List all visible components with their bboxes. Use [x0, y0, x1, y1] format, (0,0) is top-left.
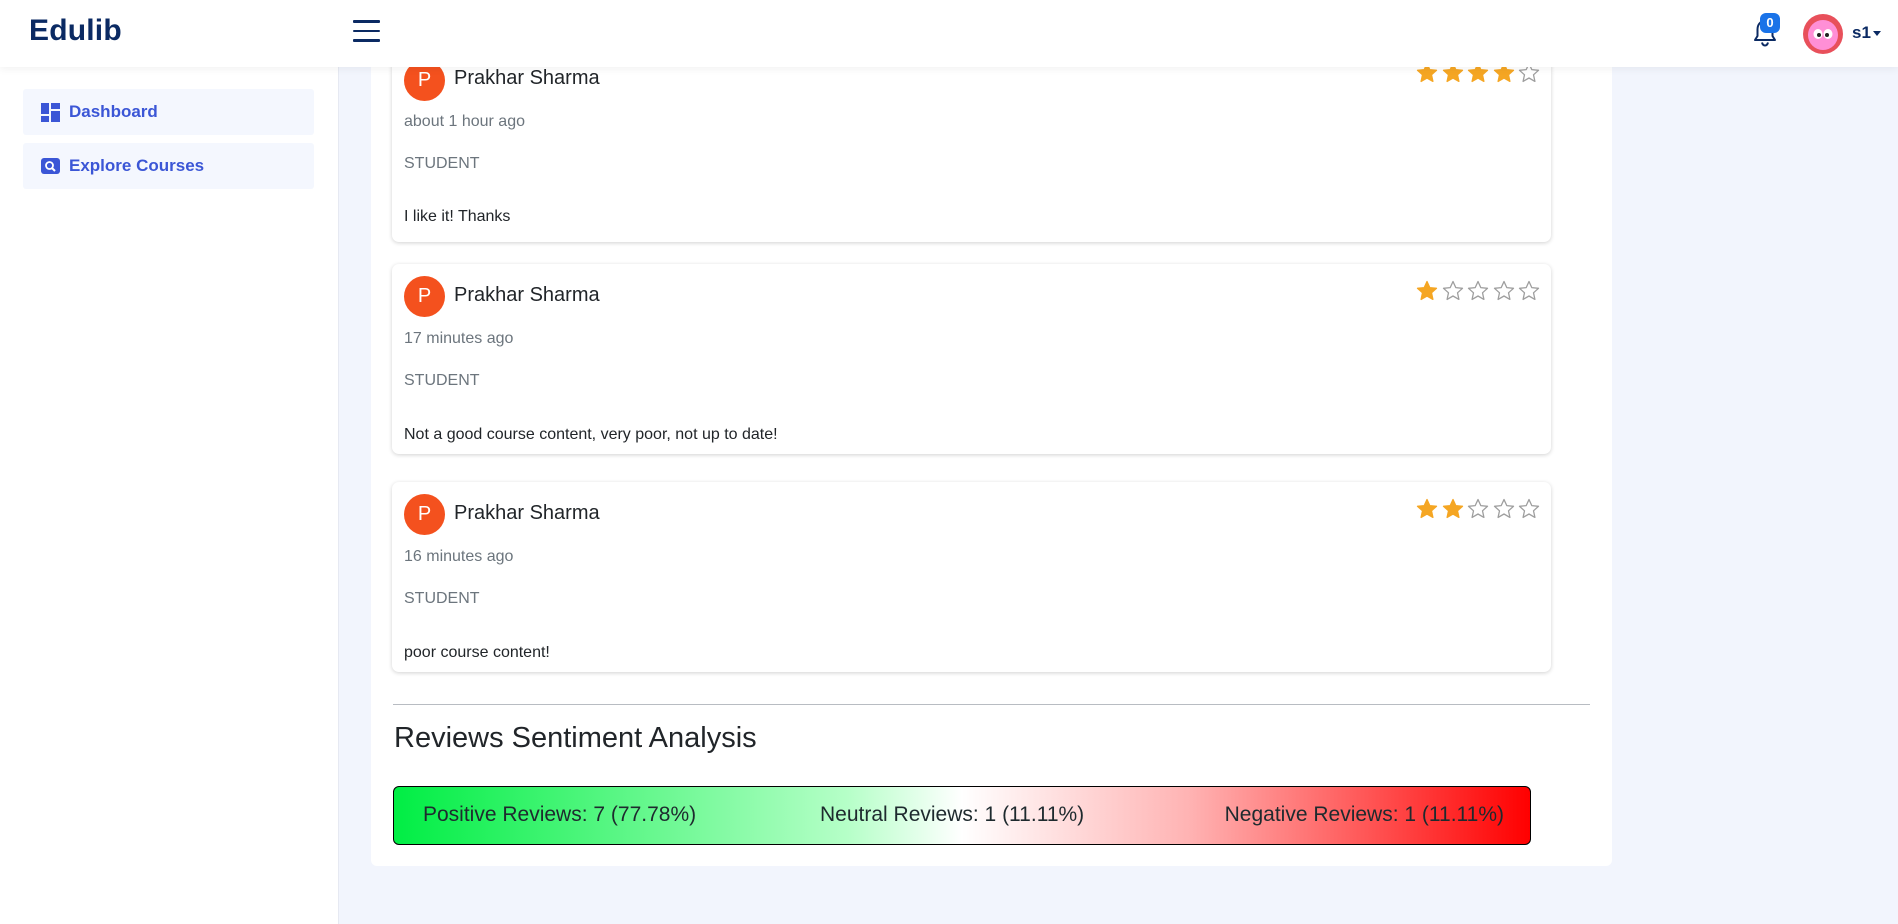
reviewer-role: STUDENT — [404, 155, 480, 172]
notification-count-badge: 0 — [1760, 13, 1780, 33]
user-avatar[interactable] — [1803, 14, 1843, 54]
sidebar-item-label: Explore Courses — [69, 156, 205, 175]
negative-reviews-label: Negative Reviews: 1 (11.11%) — [1224, 803, 1504, 826]
top-navbar: Edulib 0 s1 — [0, 0, 1898, 67]
review-text: I like it! Thanks — [404, 208, 511, 225]
reviewer-name: Prakhar Sharma — [454, 284, 600, 306]
review-timestamp: 17 minutes ago — [404, 330, 514, 347]
review-timestamp: 16 minutes ago — [404, 548, 514, 565]
search-icon — [41, 157, 60, 176]
review-text: Not a good course content, very poor, no… — [404, 426, 778, 443]
star-empty-icon — [1518, 498, 1540, 520]
avatar: P — [404, 276, 445, 317]
chevron-down-icon[interactable] — [1873, 31, 1881, 36]
sidebar-item-dashboard[interactable]: Dashboard — [23, 89, 314, 135]
reviewer-role: STUDENT — [404, 372, 480, 389]
star-filled-icon — [1416, 280, 1438, 302]
sidebar-item-label: Dashboard — [69, 102, 158, 121]
sidebar: Dashboard Explore Courses — [0, 67, 339, 924]
reviewer-role: STUDENT — [404, 590, 480, 607]
menu-toggle-icon[interactable] — [353, 20, 380, 42]
user-name-label[interactable]: s1 — [1852, 23, 1871, 43]
star-filled-icon — [1416, 498, 1438, 520]
section-divider — [393, 704, 1590, 705]
reviewer-name: Prakhar Sharma — [454, 67, 600, 89]
neutral-reviews-label: Neutral Reviews: 1 (11.11%) — [820, 803, 1085, 826]
review-text: poor course content! — [404, 644, 550, 661]
star-filled-icon — [1442, 498, 1464, 520]
brand-logo[interactable]: Edulib — [29, 14, 122, 48]
review-card: P Prakhar Sharma about 1 hour ago STUDEN… — [392, 52, 1551, 242]
review-timestamp: about 1 hour ago — [404, 113, 525, 130]
sentiment-title: Reviews Sentiment Analysis — [394, 722, 757, 754]
review-card: P Prakhar Sharma 17 minutes ago STUDENT … — [392, 264, 1551, 454]
reviewer-name: Prakhar Sharma — [454, 502, 600, 524]
star-empty-icon — [1467, 498, 1489, 520]
star-empty-icon — [1493, 498, 1515, 520]
star-empty-icon — [1518, 280, 1540, 302]
star-empty-icon — [1442, 280, 1464, 302]
review-card: P Prakhar Sharma 16 minutes ago STUDENT … — [392, 482, 1551, 672]
avatar: P — [404, 494, 445, 535]
positive-reviews-label: Positive Reviews: 7 (77.78%) — [423, 803, 697, 826]
star-empty-icon — [1467, 280, 1489, 302]
sidebar-item-explore-courses[interactable]: Explore Courses — [23, 143, 314, 189]
star-empty-icon — [1493, 280, 1515, 302]
sentiment-bar: Positive Reviews: 7 (77.78%) Neutral Rev… — [393, 786, 1531, 845]
dashboard-icon — [41, 103, 60, 122]
